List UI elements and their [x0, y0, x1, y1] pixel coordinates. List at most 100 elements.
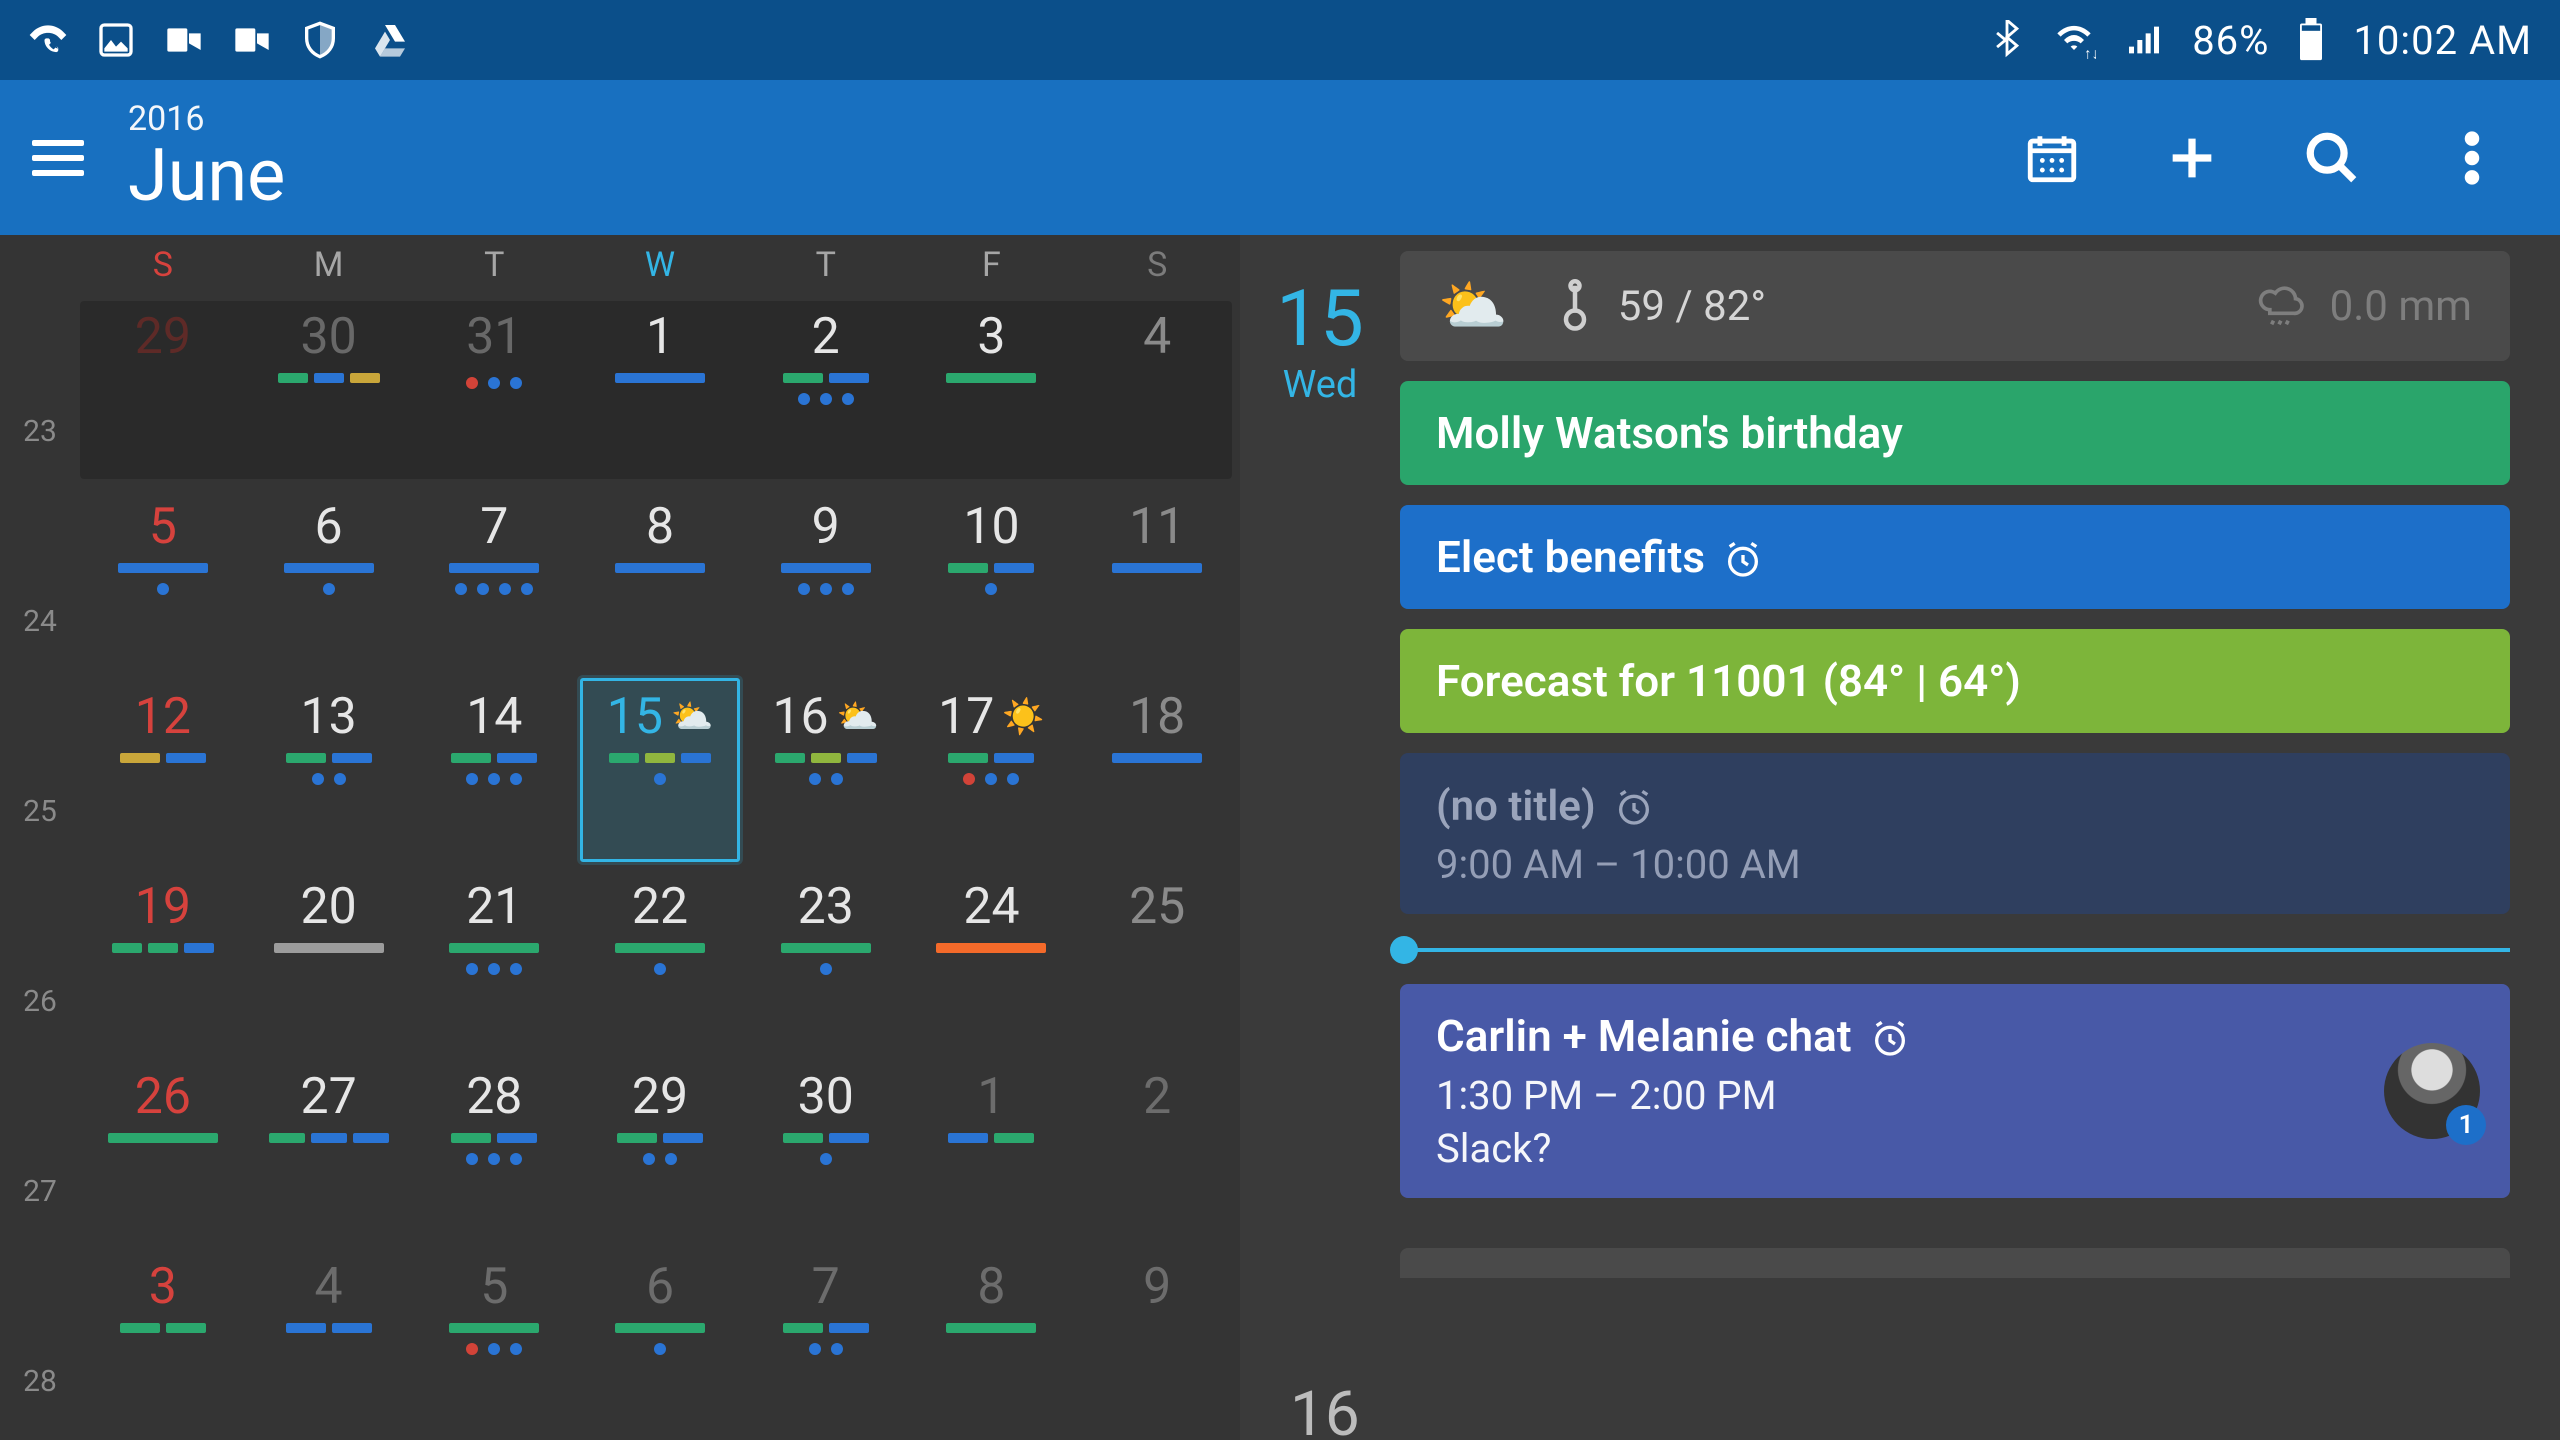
- day-cell[interactable]: 8: [909, 1245, 1075, 1435]
- day-cell[interactable]: 17☀️: [909, 675, 1075, 865]
- week-row: 26 19 2021222324 25: [0, 865, 1240, 1055]
- event-dot: [466, 1343, 478, 1355]
- week-number: 23: [0, 295, 80, 485]
- day-number: 12: [135, 688, 191, 746]
- day-number: 2: [1143, 1068, 1171, 1126]
- weather-card[interactable]: ⛅ 59 / 82° 0.0 mm: [1400, 251, 2510, 361]
- event-dot: [831, 1343, 843, 1355]
- event-bar: [166, 753, 206, 763]
- day-cell[interactable]: 24: [909, 865, 1075, 1055]
- event-dot: [963, 773, 975, 785]
- day-cell[interactable]: 19: [80, 865, 246, 1055]
- event-card[interactable]: Carlin + Melanie chat1:30 PM – 2:00 PMSl…: [1400, 984, 2510, 1198]
- menu-button[interactable]: [28, 128, 88, 188]
- day-cell[interactable]: 4: [1074, 295, 1240, 485]
- event-dot: [643, 1153, 655, 1165]
- day-cell[interactable]: 25: [1074, 865, 1240, 1055]
- event-bar: [274, 943, 384, 953]
- day-cell[interactable]: 1: [909, 1055, 1075, 1245]
- event-bar: [497, 1133, 537, 1143]
- day-cell[interactable]: 20: [246, 865, 412, 1055]
- day-cell[interactable]: 3: [80, 1245, 246, 1435]
- add-button[interactable]: [2162, 128, 2222, 188]
- week-row: 2512131415⛅16⛅17☀️18: [0, 675, 1240, 865]
- day-cell[interactable]: 9: [743, 485, 909, 675]
- event-bar: [615, 1323, 705, 1333]
- day-cell[interactable]: 5: [411, 1245, 577, 1435]
- day-cell[interactable]: 10: [909, 485, 1075, 675]
- day-cell[interactable]: 3: [909, 295, 1075, 485]
- day-weather-icon: ⛅: [837, 697, 879, 737]
- week-number: 26: [0, 865, 80, 1055]
- event-dot: [323, 583, 335, 595]
- title-block[interactable]: 2016 June: [128, 102, 285, 213]
- day-weather-icon: ⛅: [671, 697, 713, 737]
- status-time: 10:02 AM: [2353, 17, 2532, 64]
- event-dot: [488, 377, 500, 389]
- day-cell[interactable]: 14: [411, 675, 577, 865]
- day-cell[interactable]: 27: [246, 1055, 412, 1245]
- day-cell[interactable]: 18: [1074, 675, 1240, 865]
- day-number: 10: [963, 498, 1019, 556]
- day-cell[interactable]: 26: [80, 1055, 246, 1245]
- outlook-icon: [164, 20, 204, 60]
- event-bar: [617, 1133, 657, 1143]
- day-cell[interactable]: 6: [246, 485, 412, 675]
- event-card[interactable]: Molly Watson's birthday: [1400, 381, 2510, 485]
- day-cell[interactable]: 2: [743, 295, 909, 485]
- day-cell[interactable]: 1: [577, 295, 743, 485]
- day-cell[interactable]: 7: [743, 1245, 909, 1435]
- day-cell[interactable]: 29: [577, 1055, 743, 1245]
- calendar-pane: SMTWTFS 23293031123424567891011251213141…: [0, 235, 1240, 1440]
- day-cell[interactable]: 15⛅: [577, 675, 743, 865]
- day-cell[interactable]: 9: [1074, 1245, 1240, 1435]
- day-number: 3: [149, 1258, 177, 1316]
- day-cell[interactable]: 30: [743, 1055, 909, 1245]
- event-dot: [488, 1343, 500, 1355]
- event-dot: [665, 1153, 677, 1165]
- status-bar: ↑↓ 86% 10:02 AM: [0, 0, 2560, 80]
- event-card[interactable]: (no title)9:00 AM – 10:00 AM: [1400, 753, 2510, 914]
- event-bar: [829, 1133, 869, 1143]
- day-cell[interactable]: 2: [1074, 1055, 1240, 1245]
- day-cell[interactable]: 29: [80, 295, 246, 485]
- event-bar: [332, 1323, 372, 1333]
- day-cell[interactable]: 6: [577, 1245, 743, 1435]
- day-number: 19: [135, 878, 191, 936]
- event-dot: [985, 773, 997, 785]
- events-col: ⛅ 59 / 82° 0.0 mm Molly Watson's birthda…: [1400, 251, 2560, 1440]
- event-dot: [499, 583, 511, 595]
- today-button[interactable]: [2022, 128, 2082, 188]
- event-dot: [455, 583, 467, 595]
- day-cell[interactable]: 12: [80, 675, 246, 865]
- day-cell[interactable]: 31: [411, 295, 577, 485]
- day-cell[interactable]: 16⛅: [743, 675, 909, 865]
- day-cell[interactable]: 11: [1074, 485, 1240, 675]
- day-number: 25: [1129, 878, 1185, 936]
- agenda-date-num: 15: [1276, 281, 1364, 359]
- wifi-icon: ↑↓: [2052, 20, 2096, 60]
- day-cell[interactable]: 8: [577, 485, 743, 675]
- day-cell[interactable]: 28: [411, 1055, 577, 1245]
- day-cell[interactable]: 4: [246, 1245, 412, 1435]
- weather-temp: 59 / 82°: [1558, 279, 1766, 333]
- event-bar: [783, 1323, 823, 1333]
- day-cell[interactable]: 30: [246, 295, 412, 485]
- event-dot: [820, 963, 832, 975]
- weekday-row: SMTWTFS: [0, 235, 1240, 295]
- event-bar: [829, 1323, 869, 1333]
- overflow-button[interactable]: [2442, 128, 2502, 188]
- day-cell[interactable]: 7: [411, 485, 577, 675]
- event-card[interactable]: Forecast for 11001 (84° | 64°): [1400, 629, 2510, 733]
- day-cell[interactable]: 22: [577, 865, 743, 1055]
- day-cell[interactable]: 13: [246, 675, 412, 865]
- day-number: 30: [798, 1068, 854, 1126]
- day-cell[interactable]: 23: [743, 865, 909, 1055]
- search-button[interactable]: [2302, 128, 2362, 188]
- day-cell[interactable]: 21: [411, 865, 577, 1055]
- day-cell[interactable]: 5: [80, 485, 246, 675]
- event-bar: [332, 753, 372, 763]
- event-bar: [847, 753, 877, 763]
- event-card[interactable]: Elect benefits: [1400, 505, 2510, 609]
- event-bar: [681, 753, 711, 763]
